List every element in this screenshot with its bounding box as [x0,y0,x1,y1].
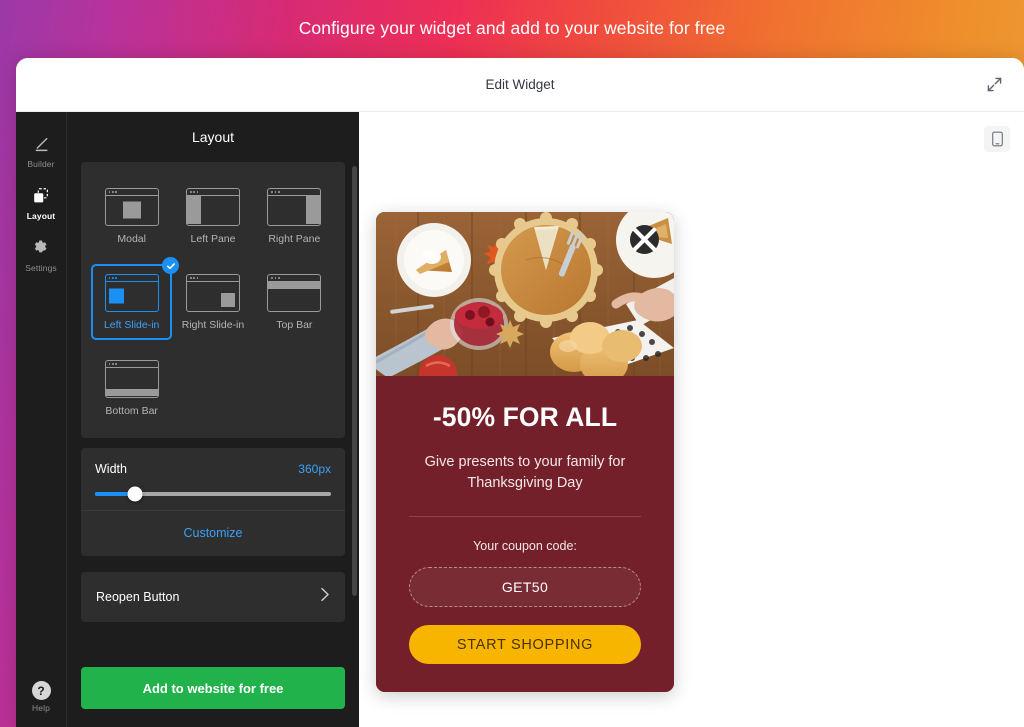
sidebar-item-label: Layout [26,211,56,221]
left-pane-layout-thumbnail [185,188,240,226]
layout-option-label: Left Slide-in [103,319,160,331]
promo-popup-widget: -50% FOR ALL Give presents to your famil… [376,212,674,693]
left-rail: Builder Layout Settings ? Help [16,112,66,727]
help-button[interactable]: ? Help [16,681,66,713]
modal-layout-thumbnail [104,188,159,226]
layout-option-modal[interactable]: Modal [91,178,172,254]
layout-option-label: Right Pane [268,233,321,245]
layout-option-label: Left Pane [190,233,236,245]
coupon-label: Your coupon code: [473,539,577,554]
reopen-button-label: Reopen Button [96,590,180,604]
window-body: Builder Layout Settings ? Help Layout Mo… [16,112,1024,727]
popup-subtext: Give presents to your family for Thanksg… [424,454,626,492]
promo-banner: Configure your widget and add to your we… [0,0,1024,56]
width-value: 360px [298,462,331,476]
panel-scrollbar[interactable] [352,166,357,596]
layout-template-card: Modal Left Pane Right Pane Left Slide-in… [81,162,345,438]
layout-option-label: Modal [117,233,146,245]
sidebar-item-settings[interactable]: Settings [16,228,66,280]
promo-banner-text: Configure your widget and add to your we… [298,17,726,38]
layout-option-label: Bottom Bar [105,405,158,417]
panel-scroll-area: Modal Left Pane Right Pane Left Slide-in… [67,162,359,654]
layout-option-label: Top Bar [276,319,313,331]
width-label: Width [95,462,127,476]
layout-option-bottom-bar[interactable]: Bottom Bar [91,350,172,426]
panel-footer: Add to website for free [67,654,359,727]
sidebar-item-label: Settings [25,263,57,273]
question-circle-icon: ? [31,681,51,700]
top-bar-layout-thumbnail [267,274,322,312]
window-header: Edit Widget [16,58,1024,112]
pencil-icon [30,133,52,155]
expand-arrows-icon[interactable] [982,73,1006,97]
left-slide-in-layout-thumbnail [104,274,159,312]
page-title: Edit Widget [485,77,555,92]
layout-option-left-slide-in[interactable]: Left Slide-in [91,257,180,340]
popup-divider [409,516,641,518]
layout-option-left-pane[interactable]: Left Pane [172,178,253,254]
customize-label: Customize [183,526,243,540]
thanksgiving-table-photo [376,212,674,376]
help-label: Help [32,703,50,713]
start-shopping-button[interactable]: START SHOPPING [409,625,641,665]
chevron-right-icon [320,587,330,607]
add-to-website-button[interactable]: Add to website for free [81,667,345,709]
width-slider[interactable] [95,486,331,502]
bottom-bar-layout-thumbnail [104,360,159,398]
right-slide-in-layout-thumbnail [185,274,240,312]
sidebar-item-label: Builder [27,159,55,169]
layout-option-right-slide-in[interactable]: Right Slide-in [172,264,253,340]
sidebar-item-builder[interactable]: Builder [16,124,66,176]
reopen-button-row[interactable]: Reopen Button [81,572,345,622]
mobile-phone-icon[interactable] [984,126,1010,152]
layout-squares-icon [30,185,52,207]
panel-title: Layout [191,129,235,145]
edit-widget-window: Edit Widget Builder Layout Settings ? He… [16,58,1024,727]
sidebar-item-layout[interactable]: Layout [16,176,66,228]
coupon-code-box[interactable]: GET50 [409,567,641,608]
close-x-icon[interactable] [630,225,659,254]
width-setting-card: Width 360px [81,448,345,514]
width-slider-handle[interactable] [127,486,143,502]
layout-template-grid: Modal Left Pane Right Pane Left Slide-in… [91,178,335,426]
width-setting-header: Width 360px [95,462,331,476]
layout-option-top-bar[interactable]: Top Bar [254,264,335,340]
widget-preview-area: -50% FOR ALL Give presents to your famil… [359,112,1024,727]
popup-content: -50% FOR ALL Give presents to your famil… [376,376,674,693]
layout-option-right-pane[interactable]: Right Pane [254,178,335,254]
right-pane-layout-thumbnail [267,188,322,226]
popup-headline: -50% FOR ALL [432,402,618,432]
layout-option-label: Right Slide-in [181,319,245,331]
customize-button[interactable]: Customize [81,510,345,556]
layout-settings-panel: Layout Modal Left Pane Right Pane Left S… [66,112,359,727]
gear-icon [30,237,52,259]
